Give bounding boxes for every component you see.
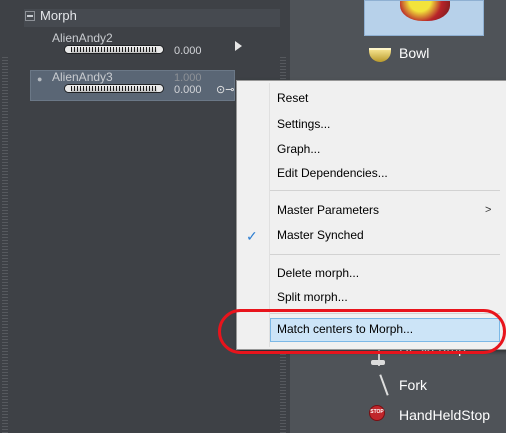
menu-separator	[270, 190, 500, 191]
menu-item-edit-dependencies[interactable]: Edit Dependencies...	[277, 166, 388, 180]
param-value-alienandy3[interactable]: 0.000	[174, 84, 202, 96]
menu-item-reset[interactable]: Reset	[277, 91, 308, 105]
menu-separator	[270, 254, 500, 255]
bullet-icon: ●	[37, 74, 43, 84]
menu-item-settings[interactable]: Settings...	[277, 117, 330, 131]
submenu-arrow-icon: >	[485, 204, 492, 216]
desk-lamp-base	[371, 360, 385, 365]
checkmark-icon: ✓	[246, 228, 258, 244]
param-name-alienandy2: AlienAndy2	[52, 31, 113, 45]
library-item-handheldstop[interactable]: HandHeldStop	[399, 407, 490, 423]
menu-item-delete-morph[interactable]: Delete morph...	[277, 266, 359, 280]
param-secondary-value-alienandy3: 1.000	[174, 72, 202, 84]
play-arrow-icon[interactable]	[235, 41, 242, 51]
menu-item-split-morph[interactable]: Split morph...	[277, 290, 348, 304]
menu-item-master-synched[interactable]: Master Synched	[277, 228, 364, 242]
collapse-icon[interactable]	[25, 11, 35, 21]
annotation-highlight-oval	[218, 309, 506, 354]
param-dial-alienandy3[interactable]	[64, 84, 164, 93]
param-dial-alienandy2[interactable]	[64, 45, 164, 54]
menu-item-graph[interactable]: Graph...	[277, 142, 320, 156]
library-item-bowl[interactable]: Bowl	[399, 45, 429, 61]
stop-sign-text: STOP	[370, 409, 384, 415]
library-item-fork[interactable]: Fork	[399, 377, 427, 393]
panel-grip-left[interactable]	[2, 55, 8, 433]
param-name-alienandy3: AlienAndy3	[52, 70, 113, 84]
param-value-alienandy2[interactable]: 0.000	[174, 45, 202, 57]
thumbnail-image[interactable]	[364, 0, 484, 36]
morph-group-title: Morph	[40, 8, 77, 23]
key-icon[interactable]: ⊙⊸	[216, 83, 234, 96]
menu-item-master-parameters[interactable]: Master Parameters	[277, 203, 379, 217]
